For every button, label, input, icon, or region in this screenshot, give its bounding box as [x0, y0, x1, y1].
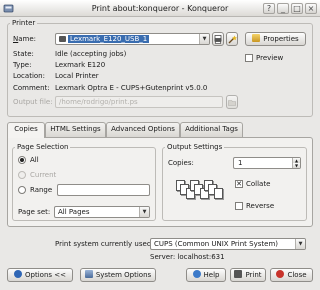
copies-spinbox[interactable]: 1 ▲ ▼ [233, 157, 301, 169]
folder-icon [228, 100, 236, 106]
system-options-icon [84, 270, 93, 278]
page-set-label: Page set: [18, 208, 51, 216]
preview-label: Preview [256, 54, 284, 62]
type-value: Lexmark E120 [55, 61, 106, 69]
browse-output-button[interactable] [226, 95, 238, 109]
tab-advanced-options[interactable]: Advanced Options [106, 122, 180, 137]
location-label: Location: [13, 72, 45, 80]
spin-down-icon[interactable]: ▼ [292, 163, 300, 168]
printer-group-label: Printer [10, 19, 38, 27]
server-info: Server: localhost:631 [150, 253, 225, 261]
name-label: Name: [13, 35, 37, 43]
wand-icon [228, 35, 237, 44]
help-icon [192, 270, 201, 278]
close-icon [276, 270, 285, 278]
range-radio[interactable] [18, 186, 26, 194]
comment-value: Lexmark Optra E - CUPS+Gutenprint v5.0.0 [55, 84, 208, 92]
preview-checkbox[interactable] [245, 54, 253, 62]
help-button[interactable]: Help [186, 268, 226, 282]
reverse-checkbox[interactable] [235, 202, 243, 210]
chevron-down-icon: ▼ [199, 34, 209, 44]
all-pages-radio[interactable] [18, 156, 26, 164]
printer-icon [59, 36, 66, 42]
all-pages-label: All [30, 156, 39, 164]
print-system-value: CUPS (Common UNIX Print System) [154, 240, 278, 248]
print-system-select[interactable]: CUPS (Common UNIX Print System) ▼ [150, 238, 306, 250]
chevron-down-icon: ▼ [139, 207, 149, 217]
system-options-button[interactable]: System Options [80, 268, 156, 282]
tab-additional-tags[interactable]: Additional Tags [180, 122, 243, 137]
page-selection-label: Page Selection [15, 143, 71, 151]
help-window-button[interactable]: ? [263, 3, 275, 14]
state-value: Idle (accepting jobs) [55, 50, 127, 58]
printer-settings-button[interactable] [212, 32, 224, 46]
tab-copies[interactable]: Copies [7, 122, 45, 138]
close-window-button[interactable]: × [305, 3, 317, 14]
comment-label: Comment: [13, 84, 50, 92]
page-set-select[interactable]: All Pages ▼ [54, 206, 150, 218]
printer-name-value: Lexmark_E120_USB_1 [68, 35, 150, 43]
output-file-input[interactable]: /home/rodrigo/print.ps [55, 96, 223, 108]
location-value: Local Printer [55, 72, 99, 80]
output-file-label: Output file: [13, 98, 53, 106]
range-input[interactable] [57, 184, 150, 196]
properties-icon [252, 34, 261, 42]
type-label: Type: [13, 61, 32, 69]
printer-icon [234, 270, 243, 278]
tab-html-settings[interactable]: HTML Settings [45, 122, 106, 137]
state-label: State: [13, 50, 34, 58]
properties-button[interactable]: Properties [245, 32, 306, 46]
printer-wizard-button[interactable] [226, 32, 238, 46]
collate-label: Collate [246, 180, 271, 188]
title-bar[interactable]: Print about:konqueror - Konqueror ? _ □ … [0, 0, 320, 17]
chevron-down-icon: ▼ [295, 239, 305, 249]
minimize-button[interactable]: _ [277, 3, 289, 14]
print-system-label: Print system currently used: [55, 240, 154, 248]
range-label: Range [30, 186, 53, 194]
output-settings-label: Output Settings [165, 143, 225, 151]
copies-value: 1 [238, 159, 243, 167]
copies-label: Copies: [168, 159, 194, 167]
maximize-button[interactable]: □ [291, 3, 303, 14]
page-set-value: All Pages [58, 208, 90, 216]
current-page-radio[interactable] [18, 171, 26, 179]
print-button[interactable]: Print [230, 268, 266, 282]
current-page-label: Current [30, 171, 57, 179]
reverse-label: Reverse [246, 202, 275, 210]
collate-checkbox[interactable]: ✕ [235, 180, 243, 188]
close-button[interactable]: Close [270, 268, 313, 282]
printer-settings-icon [214, 35, 222, 44]
printer-name-select[interactable]: Lexmark_E120_USB_1 ▼ [55, 33, 210, 45]
options-toggle-button[interactable]: Options << [7, 268, 73, 282]
arrow-left-icon [14, 270, 23, 278]
